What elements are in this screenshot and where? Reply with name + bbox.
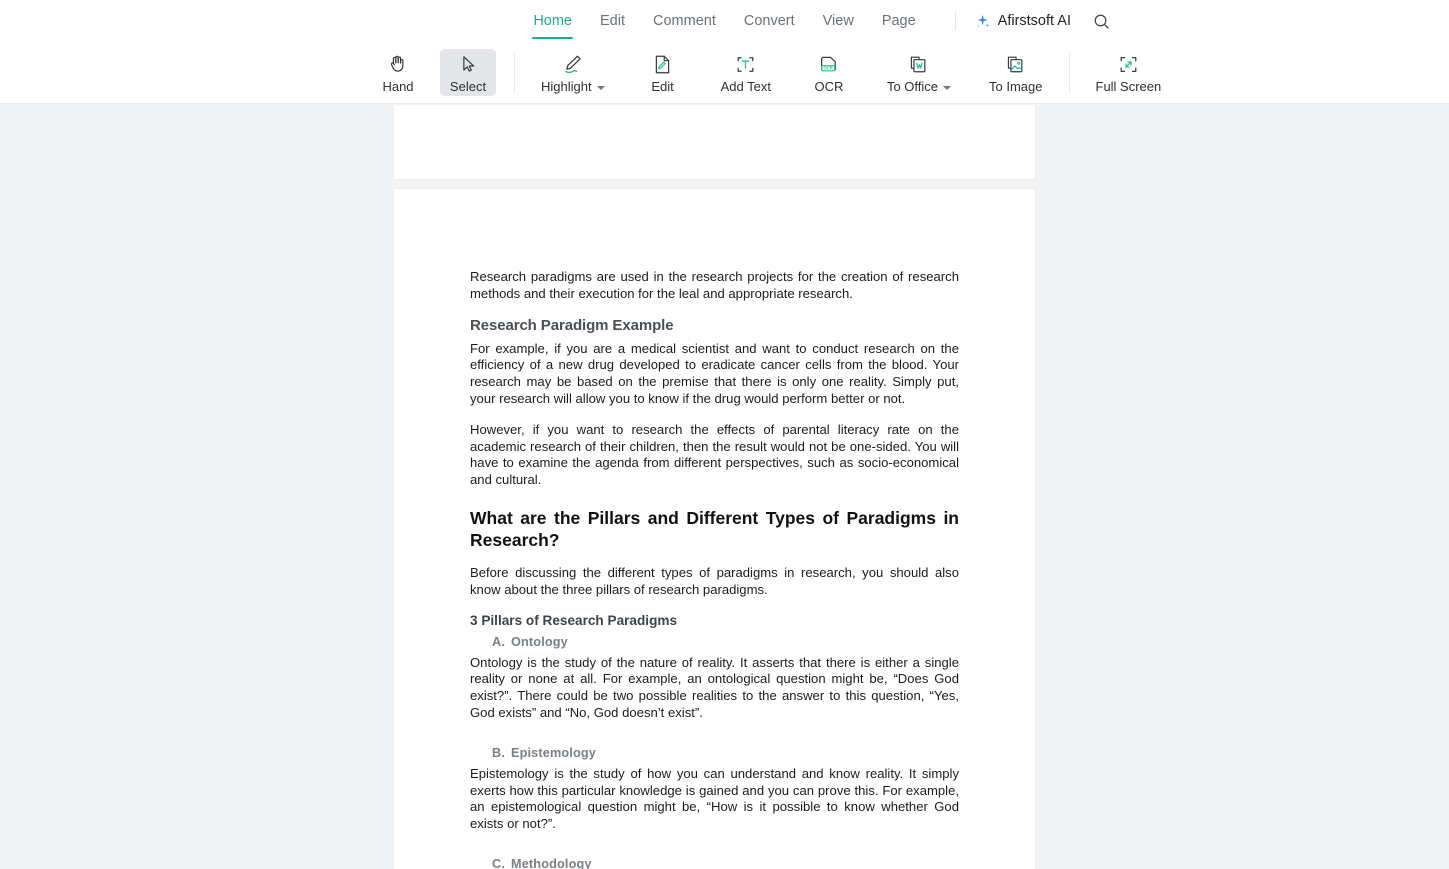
subheading-ontology-title: Ontology xyxy=(511,634,568,649)
tool-full-screen[interactable]: Full Screen xyxy=(1088,49,1170,96)
heading-3-pillars: 3 Pillars of Research Paradigms xyxy=(470,612,678,628)
tool-to-image[interactable]: To Image xyxy=(981,49,1050,96)
paragraph-example-1: For example, if you are a medical scient… xyxy=(470,340,959,406)
tab-edit[interactable]: Edit xyxy=(586,6,639,36)
to-image-icon xyxy=(1004,52,1027,76)
highlighter-pen-icon xyxy=(561,52,585,76)
ribbon-toolbar: Hand Select Highlight Edit Add Text OCR … xyxy=(0,42,1449,104)
cursor-arrow-icon xyxy=(457,52,479,76)
tool-edit-label: Edit xyxy=(651,79,674,94)
tool-hand[interactable]: Hand xyxy=(370,49,426,96)
subheading-ontology: A. Ontology xyxy=(492,635,959,649)
tool-edit[interactable]: Edit xyxy=(635,49,691,96)
edit-document-icon xyxy=(651,52,674,76)
tab-comment-label: Comment xyxy=(653,13,716,29)
tab-convert[interactable]: Convert xyxy=(730,6,809,36)
subheading-methodology-letter: C. xyxy=(492,856,505,869)
ribbon-tool-group: Hand Select Highlight Edit Add Text OCR … xyxy=(370,49,1169,96)
tool-select[interactable]: Select xyxy=(440,49,496,96)
sparkle-icon xyxy=(976,14,990,28)
tool-highlight[interactable]: Highlight xyxy=(533,49,613,96)
tab-page-label: Page xyxy=(881,13,916,29)
topbar-right-group: Afirstsoft AI xyxy=(949,0,1110,42)
subheading-epistemology: B. Epistemology xyxy=(492,746,959,760)
paragraph-pillars-intro: Before discussing the different types of… xyxy=(470,564,959,597)
add-text-icon xyxy=(734,52,757,76)
afirstsoft-ai-button[interactable]: Afirstsoft AI xyxy=(970,11,1075,32)
svg-text:OCR: OCR xyxy=(824,65,833,70)
tool-hand-label: Hand xyxy=(382,79,414,94)
heading-pillars-and-types: What are the Pillars and Different Types… xyxy=(470,507,959,550)
tab-comment[interactable]: Comment xyxy=(639,6,730,36)
tool-add-text-label: Add Text xyxy=(720,79,771,94)
paragraph-intro: Research paradigms are used in the resea… xyxy=(470,269,959,301)
to-office-word-icon xyxy=(907,52,930,76)
chevron-down-icon[interactable] xyxy=(943,85,952,90)
subheading-methodology-title: Methodology xyxy=(511,856,592,869)
tool-to-office[interactable]: To Office xyxy=(879,49,959,96)
tab-home-label: Home xyxy=(533,13,572,29)
tool-highlight-label: Highlight xyxy=(541,79,605,94)
subheading-epistemology-title: Epistemology xyxy=(511,745,596,760)
subheading-methodology: C. Methodology xyxy=(492,857,959,869)
full-screen-icon xyxy=(1117,52,1140,76)
heading-research-paradigm-example: Research Paradigm Example xyxy=(470,316,674,334)
afirstsoft-ai-label: Afirstsoft AI xyxy=(997,13,1071,29)
tool-ocr-label: OCR xyxy=(814,79,844,94)
pdf-page-current[interactable]: Research paradigms are used in the resea… xyxy=(393,188,1036,869)
tool-add-text[interactable]: Add Text xyxy=(713,49,779,96)
tool-highlight-text: Highlight xyxy=(541,79,592,94)
top-tab-bar: Home Edit Comment Convert View Page Afir… xyxy=(0,0,1449,42)
tool-select-label: Select xyxy=(449,79,487,94)
ribbon-divider-1 xyxy=(514,52,515,93)
tool-to-office-label: To Office xyxy=(886,79,952,94)
tab-view[interactable]: View xyxy=(809,6,868,36)
tab-edit-label: Edit xyxy=(600,13,625,29)
pdf-page-previous[interactable] xyxy=(393,105,1036,180)
search-button[interactable] xyxy=(1093,13,1110,30)
chevron-down-icon[interactable] xyxy=(596,85,605,90)
tab-convert-label: Convert xyxy=(743,13,795,29)
tool-to-office-text: To Office xyxy=(886,79,939,94)
tab-page[interactable]: Page xyxy=(868,6,930,36)
pdf-reader-app: Home Edit Comment Convert View Page Afir… xyxy=(0,0,1449,869)
tab-home[interactable]: Home xyxy=(519,6,586,39)
ribbon-divider-2 xyxy=(1068,52,1070,93)
hand-icon xyxy=(387,52,409,76)
search-icon xyxy=(1094,14,1109,29)
paragraph-example-2: However, if you want to research the eff… xyxy=(470,421,959,488)
topbar-divider xyxy=(954,12,956,30)
subheading-ontology-letter: A. xyxy=(492,634,505,649)
tab-list: Home Edit Comment Convert View Page xyxy=(519,6,930,39)
tab-view-label: View xyxy=(822,13,854,29)
subheading-epistemology-letter: B. xyxy=(492,745,505,760)
tool-ocr[interactable]: OCR OCR xyxy=(801,49,857,96)
paragraph-epistemology: Epistemology is the study of how you can… xyxy=(470,765,959,832)
tool-to-image-label: To Image xyxy=(989,79,1043,94)
tool-full-screen-label: Full Screen xyxy=(1095,79,1162,94)
paragraph-ontology: Ontology is the study of the nature of r… xyxy=(470,654,959,720)
ocr-icon: OCR xyxy=(817,52,840,76)
document-viewer[interactable]: Research paradigms are used in the resea… xyxy=(0,105,1449,869)
page-content: Research paradigms are used in the resea… xyxy=(394,189,1035,869)
